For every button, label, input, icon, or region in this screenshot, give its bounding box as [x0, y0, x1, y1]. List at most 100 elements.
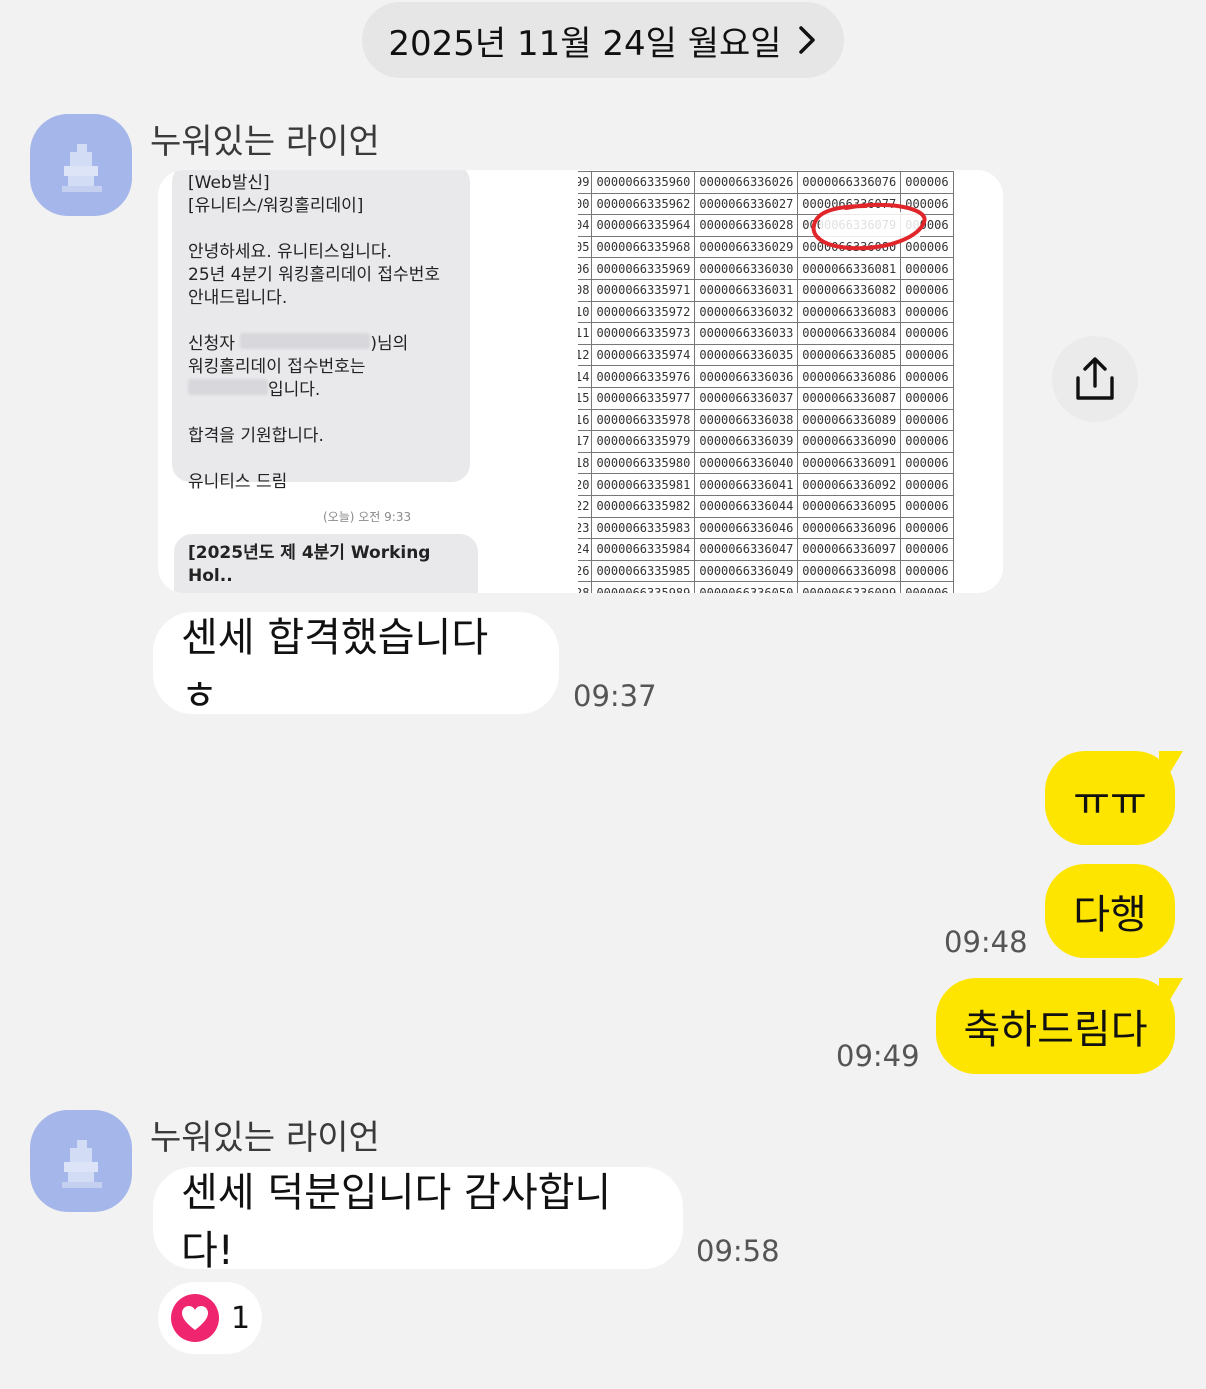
table-cell: 0000066336032 — [694, 300, 799, 324]
table-cell: 0000066336092 — [797, 473, 902, 496]
table-cell: 05 — [578, 235, 593, 259]
table-cell: 0000066336049 — [694, 559, 799, 583]
table-cell: 08 — [578, 278, 593, 302]
table-cell: 0000066336031 — [694, 278, 799, 302]
table-cell: 0000066336098 — [797, 559, 902, 583]
table-row: 26 0000066335985 0000066336049 000006633609… — [578, 559, 954, 583]
table-cell: 0000066335976 — [591, 365, 696, 388]
table-cell: 15 — [578, 386, 593, 410]
table-cell: 0000066335969 — [591, 257, 696, 280]
table-cell: 000006 — [900, 494, 954, 518]
table-cell: 0000066336040 — [694, 451, 799, 475]
table-cell: 0000066335960 — [591, 171, 696, 194]
message-text: 센세 덕분입니다 감사합니다! — [181, 1170, 612, 1274]
table-cell: 0000066336089 — [797, 408, 902, 432]
table-cell: 000006 — [900, 451, 954, 475]
table-cell: 0000066335962 — [591, 192, 696, 216]
number-table-screenshot[interactable]: 99 0000066335960 0000066336026 000006633607… — [578, 170, 1003, 593]
table-cell: 0000066335989 — [591, 581, 696, 593]
table-cell: 0000066335984 — [591, 538, 696, 561]
message-time: 09:37 — [573, 679, 657, 713]
message-text: 다행 — [1073, 892, 1147, 938]
message-bubble-outgoing[interactable]: ㅠㅠ — [1045, 751, 1175, 845]
share-button[interactable] — [1052, 336, 1138, 422]
table-row: 17 0000066335979 0000066336039 000006633609… — [578, 430, 954, 453]
table-cell: 0000066336091 — [797, 451, 902, 475]
table-cell: 000006 — [900, 430, 954, 453]
table-cell: 0000066336097 — [797, 538, 902, 561]
table-cell: 0000066335982 — [591, 494, 696, 518]
table-cell: 000006 — [900, 538, 954, 561]
table-cell: 0000066336044 — [694, 494, 799, 518]
table-cell: 0000066336095 — [797, 494, 902, 518]
table-cell: 0000066336081 — [797, 257, 902, 280]
message-text: 센세 합격했습니다 ㅎ — [181, 615, 489, 719]
message-text: 축하드림다 — [963, 1007, 1148, 1053]
avatar[interactable] — [30, 114, 132, 216]
table-cell: 000006 — [900, 365, 954, 388]
share-icon — [1076, 357, 1114, 400]
table-row: 14 0000066335976 0000066336036 000006633608… — [578, 365, 954, 388]
table-row: 99 0000066335960 0000066336026 000006633607… — [578, 171, 954, 194]
message-bubble-outgoing[interactable]: 다행 — [1045, 864, 1175, 958]
sms-text2: 워킹홀리데이 접수번호는 — [188, 357, 366, 377]
red-circle-annotation — [811, 202, 927, 251]
reaction-badge[interactable]: 1 — [158, 1282, 262, 1354]
table-cell: 0000066336029 — [694, 235, 799, 259]
table-row: 06 0000066335969 0000066336030 000006633608… — [578, 257, 954, 280]
table-cell: 28 — [578, 581, 593, 593]
table-cell: 0000066335973 — [591, 322, 696, 345]
table-row: 12 0000066335974 0000066336035 000006633608… — [578, 343, 954, 367]
table-cell: 0000066336030 — [694, 257, 799, 280]
photo-attachment[interactable]: [Web발신] [유니티스/워킹홀리데이] 안녕하세요. 유니티스입니다. 25… — [158, 170, 1003, 593]
table-cell: 0000066336085 — [797, 343, 902, 367]
ryan-profile-icon — [62, 1140, 102, 1188]
sms-name-suffix: )님의 — [370, 334, 409, 354]
sms-next-preview: [2025년도 제 4분기 Working Hol.. — [174, 534, 478, 593]
table-cell: 0000066336041 — [694, 473, 799, 496]
table-cell: 0000066336087 — [797, 386, 902, 410]
table-cell: 000006 — [900, 473, 954, 496]
sms-time: (오늘) 오전 9:33 — [323, 510, 412, 524]
table-row: 11 0000066335973 0000066336033 000006633608… — [578, 322, 954, 345]
table-cell: 0000066336033 — [694, 322, 799, 345]
table-cell: 0000066335979 — [591, 430, 696, 453]
table-row: 15 0000066335977 0000066336037 000006633608… — [578, 386, 954, 410]
avatar[interactable] — [30, 1110, 132, 1212]
message-bubble-incoming[interactable]: 센세 덕분입니다 감사합니다! — [153, 1167, 683, 1274]
message-bubble-outgoing[interactable]: 축하드림다 — [936, 978, 1175, 1074]
table-cell: 000006 — [900, 408, 954, 432]
table-cell: 17 — [578, 430, 593, 453]
table-cell: 22 — [578, 494, 593, 518]
table-row: 23 0000066335983 0000066336046 000006633609… — [578, 516, 954, 540]
table-cell: 0000066336038 — [694, 408, 799, 432]
message-time: 09:49 — [836, 1039, 920, 1073]
table-cell: 99 — [578, 171, 593, 194]
table-cell: 0000066336050 — [694, 581, 799, 593]
table-cell: 20 — [578, 473, 593, 496]
table-cell: 18 — [578, 451, 593, 475]
table-cell: 0000066335964 — [591, 214, 696, 237]
table-cell: 0000066336036 — [694, 365, 799, 388]
message-bubble-incoming[interactable]: 센세 합격했습니다 ㅎ — [153, 612, 559, 719]
table-cell: 0000066336099 — [797, 581, 902, 593]
table-cell: 000006 — [900, 581, 954, 593]
table-cell: 0000066336090 — [797, 430, 902, 453]
table-cell: 000006 — [900, 343, 954, 367]
sms-screenshot[interactable]: [Web발신] [유니티스/워킹홀리데이] 안녕하세요. 유니티스입니다. 25… — [158, 170, 578, 593]
table-cell: 0000066335981 — [591, 473, 696, 496]
table-cell: 000006 — [900, 516, 954, 540]
sms-line-top: [Web발신] — [188, 173, 270, 193]
heart-icon — [171, 1294, 219, 1342]
table-cell: 0000066336096 — [797, 516, 902, 540]
date-divider[interactable]: 2025년 11월 24일 월요일 — [362, 2, 844, 78]
table-row: 08 0000066335971 0000066336031 000006633608… — [578, 278, 954, 302]
table-cell: 16 — [578, 408, 593, 432]
redacted-name — [240, 333, 371, 349]
redacted-number — [188, 379, 268, 395]
message-text: ㅠㅠ — [1073, 779, 1147, 825]
table-cell: 000006 — [900, 171, 954, 194]
table-cell: 0000066336086 — [797, 365, 902, 388]
table-cell: 23 — [578, 516, 593, 540]
message-time: 09:48 — [944, 925, 1028, 959]
